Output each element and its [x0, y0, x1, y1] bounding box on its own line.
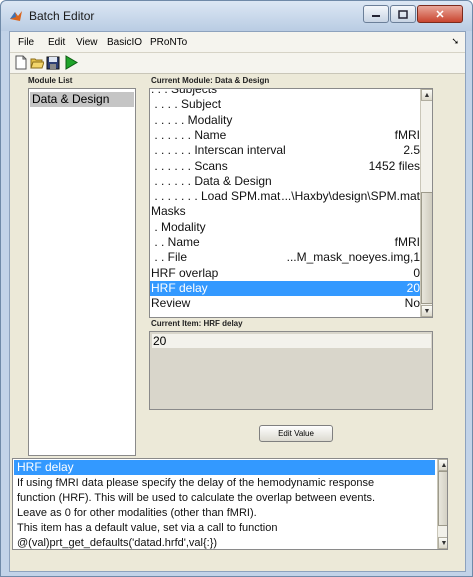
help-scroll-up-icon[interactable]: ▲ [438, 459, 447, 471]
tree-row[interactable]: . . . . . . Name fMRI [150, 128, 420, 143]
new-file-icon[interactable] [14, 55, 28, 70]
tree-row[interactable]: . . . Subjects [150, 88, 420, 97]
minimize-button[interactable] [363, 5, 389, 23]
tree-row[interactable]: Masks [150, 204, 420, 219]
help-title: HRF delay [14, 460, 435, 475]
tree-row-label: . . File [151, 250, 188, 265]
tree-row-value: fMRI [394, 235, 420, 249]
module-list-heading: Module List [28, 76, 73, 85]
tree-row-value: 2.5 [403, 143, 420, 158]
menu-edit[interactable]: Edit [48, 37, 65, 48]
current-module-tree[interactable]: . . . Subjects . . . . Subject . . . . .… [149, 88, 433, 318]
tree-row-label: . . Name [151, 235, 200, 249]
toolbar [10, 53, 465, 74]
minimize-icon [372, 15, 380, 17]
help-line: function (HRF). This will be used to cal… [17, 492, 376, 504]
tree-row-label: . . . . . . Data & Design [151, 173, 272, 188]
maximize-button[interactable] [390, 5, 416, 23]
tree-row-label: . . . . . . Interscan interval [151, 143, 286, 158]
batch-editor-window: Batch Editor ✕ File Edit View BasicIO PR… [0, 0, 473, 577]
window-title: Batch Editor [29, 9, 95, 23]
tree-row-label: . . . . Subject [151, 97, 222, 112]
module-item-data-design[interactable]: Data & Design [30, 92, 134, 107]
current-item-box: 20 [149, 331, 433, 410]
run-icon[interactable] [64, 55, 78, 70]
open-folder-icon[interactable] [30, 55, 44, 70]
edit-value-button[interactable]: Edit Value [259, 425, 333, 442]
tree-row[interactable]: . Modality [150, 220, 420, 235]
scroll-down-icon[interactable]: ▼ [421, 305, 432, 317]
tree-row-label: . . . . . . Name [151, 127, 227, 142]
tree-row[interactable]: . . Name fMRI [150, 235, 420, 250]
close-icon: ✕ [435, 8, 445, 21]
tree-row[interactable]: . . . . . Modality [150, 113, 420, 128]
tree-row-value: 0 [413, 265, 420, 280]
menu-overflow-icon[interactable]: ➘ [451, 36, 459, 47]
save-icon[interactable] [46, 55, 60, 70]
tree-row-value: 20 [406, 280, 420, 295]
matlab-logo-icon [10, 11, 22, 21]
current-item-heading: Current Item: HRF delay [151, 319, 243, 328]
tree-row-label: . . . . . . . Load SPM.mat [151, 189, 281, 204]
tree-row[interactable]: . . File ...M_mask_noeyes.img,1 [150, 250, 420, 265]
tree-row-label: . . . . . . Scans [151, 158, 228, 173]
menu-pronto[interactable]: PRoNTo [150, 37, 187, 48]
tree-scrollbar[interactable]: ▲ ▼ [420, 89, 432, 317]
help-line: If using fMRI data please specify the de… [17, 477, 375, 489]
tree-row[interactable]: Review No [150, 296, 420, 311]
maximize-icon [398, 9, 408, 19]
help-line: Leave as 0 for other modalities (other t… [17, 507, 257, 519]
help-scroll-thumb[interactable] [438, 471, 447, 526]
title-bar[interactable]: Batch Editor ✕ [1, 1, 472, 31]
tree-row-label: Masks [151, 204, 186, 219]
tree-row[interactable]: HRF delay 20 [150, 280, 420, 296]
tree-row-value: 1452 files [368, 158, 420, 173]
tree-row-label: Review [151, 296, 191, 311]
close-button[interactable]: ✕ [417, 5, 463, 23]
help-panel: HRF delay If using fMRI data please spec… [12, 458, 448, 550]
help-scroll-down-icon[interactable]: ▼ [438, 537, 447, 549]
editor-client-area: File Edit View BasicIO PRoNTo ➘ Module L… [9, 31, 466, 572]
tree-row-value: ...M_mask_noeyes.img,1 [286, 250, 420, 265]
tree-row-label: . . . Subjects [151, 88, 218, 96]
help-line: @(val)prt_get_defaults('datad.hrfd',val{… [17, 537, 218, 549]
tree-row[interactable]: . . . . . . Scans 1452 files [150, 159, 420, 174]
menu-file[interactable]: File [18, 37, 34, 48]
tree-row-value: ...\Haxby\design\SPM.mat [281, 189, 420, 204]
menu-bar: File Edit View BasicIO PRoNTo ➘ [10, 32, 465, 53]
current-item-value[interactable]: 20 [152, 334, 431, 348]
help-scrollbar[interactable]: ▲ ▼ [437, 459, 447, 549]
tree-row-label: . . . . . Modality [151, 112, 233, 127]
tree-row-label: HRF delay [151, 280, 208, 295]
tree-row-label: HRF overlap [151, 265, 219, 280]
menu-view[interactable]: View [76, 37, 98, 48]
tree-row[interactable]: . . . . Subject [150, 97, 420, 112]
tree-row[interactable]: . . . . . . Data & Design [150, 174, 420, 189]
tree-row-value: No [404, 296, 420, 311]
help-line: This item has a default value, set via a… [17, 522, 278, 534]
tree-row[interactable]: . . . . . . . Load SPM.mat ...\Haxby\desi… [150, 189, 420, 204]
tree-row-label: . Modality [151, 219, 206, 234]
tree-row[interactable]: HRF overlap 0 [150, 266, 420, 281]
current-module-heading: Current Module: Data & Design [151, 76, 270, 85]
module-list[interactable]: Data & Design [28, 88, 136, 456]
tree-row-value: fMRI [394, 127, 420, 142]
scroll-up-icon[interactable]: ▲ [421, 89, 432, 101]
tree-row[interactable]: . . . . . . Interscan interval 2.5 [150, 143, 420, 158]
scroll-thumb[interactable] [421, 192, 432, 304]
menu-basicio[interactable]: BasicIO [107, 37, 142, 48]
